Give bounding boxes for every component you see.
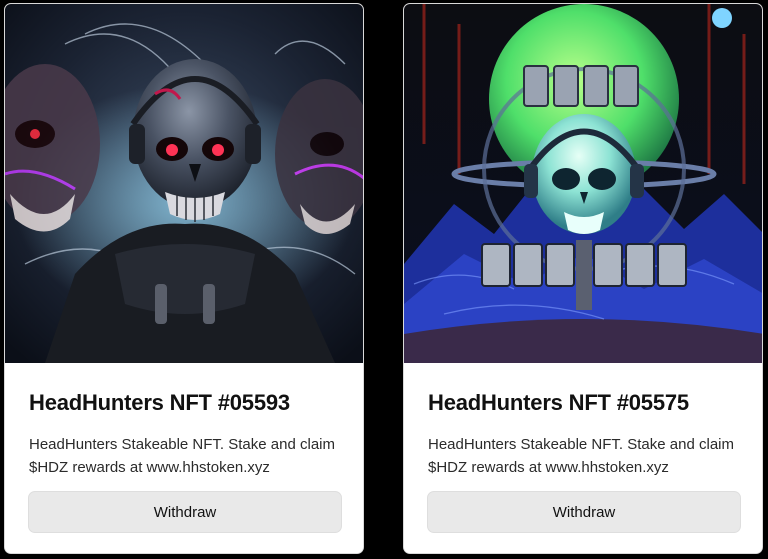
nft-image [5,4,363,363]
nft-image [404,4,762,363]
nft-card: HeadHunters NFT #05593 HeadHunters Stake… [4,3,364,554]
withdraw-button[interactable]: Withdraw [427,491,741,533]
nft-title: HeadHunters NFT #05593 [29,390,290,415]
nft-card: HeadHunters NFT #05575 HeadHunters Stake… [403,3,763,554]
nft-description: HeadHunters Stakeable NFT. Stake and cla… [29,436,335,476]
nft-description: HeadHunters Stakeable NFT. Stake and cla… [428,436,734,476]
withdraw-button[interactable]: Withdraw [28,491,342,533]
nft-title: HeadHunters NFT #05575 [428,390,689,415]
